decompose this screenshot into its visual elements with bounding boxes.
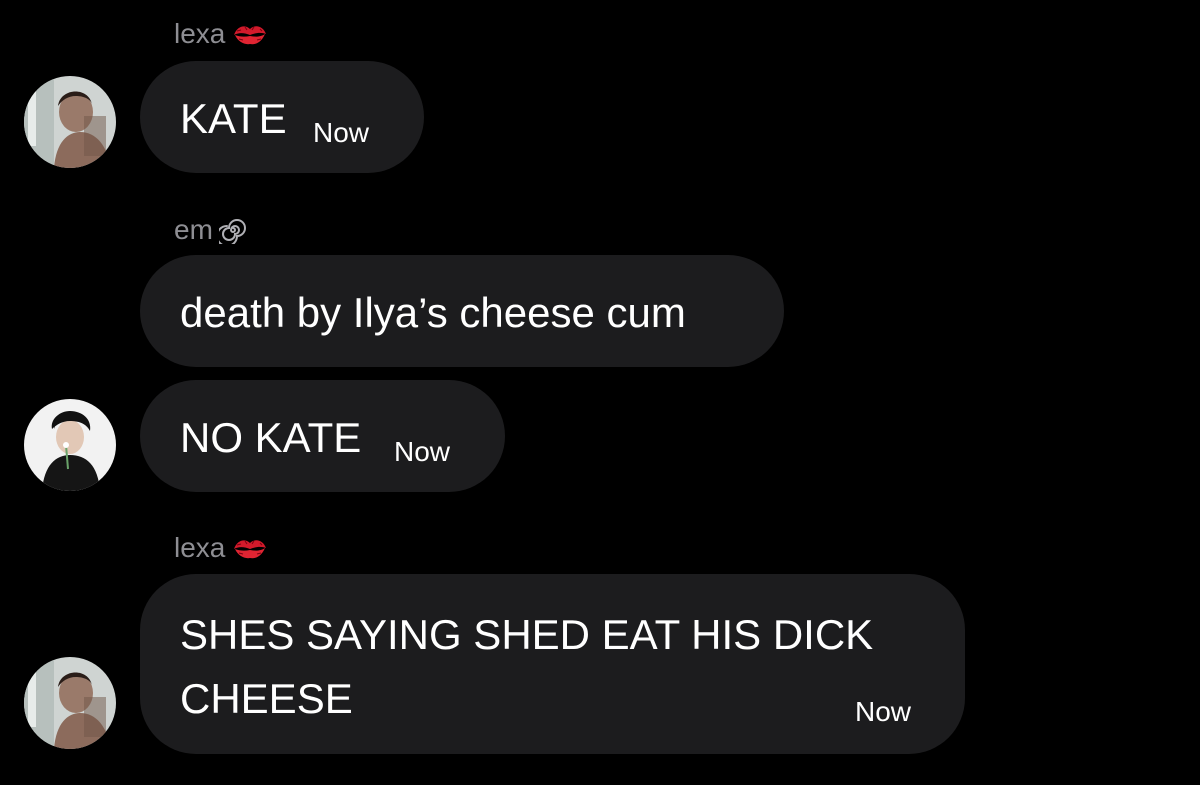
message-bubble[interactable]: SHES SAYING SHED EAT HIS DICK CHEESE Now (140, 574, 965, 754)
avatar-lexa[interactable] (24, 76, 116, 168)
avatar-lexa[interactable] (24, 657, 116, 749)
message-text: KATE (180, 95, 287, 142)
sender-label: lexa (174, 532, 226, 563)
message-text: death by Ilya’s cheese cum (180, 289, 686, 336)
message-text: NO KATE (180, 414, 362, 461)
sender-label: lexa (174, 18, 226, 49)
message-timestamp: Now (394, 436, 451, 467)
chat-thread: lexa KATE Now em death by Ilya’s cheese … (0, 0, 1200, 785)
message-bubble[interactable]: death by Ilya’s cheese cum (140, 255, 784, 367)
message-bubble[interactable]: KATE Now (140, 61, 424, 173)
avatar-photo (24, 399, 116, 491)
spiral-icon (218, 219, 246, 244)
avatar-photo (24, 76, 116, 168)
sender-name-lexa[interactable]: lexa (174, 534, 269, 562)
avatar-em[interactable] (24, 399, 116, 491)
message-text-line-1: SHES SAYING SHED EAT HIS DICK (180, 611, 874, 658)
kiss-mark-icon (234, 540, 267, 559)
message-text-line-2: CHEESE (180, 675, 353, 722)
sender-name-em[interactable]: em (174, 216, 247, 244)
kiss-mark-icon (234, 26, 267, 45)
sender-name-lexa[interactable]: lexa (174, 20, 269, 48)
avatar-photo (24, 657, 116, 749)
message-timestamp: Now (855, 696, 912, 727)
sender-label: em (174, 214, 213, 245)
message-bubble[interactable]: NO KATE Now (140, 380, 505, 492)
message-timestamp: Now (313, 117, 370, 148)
